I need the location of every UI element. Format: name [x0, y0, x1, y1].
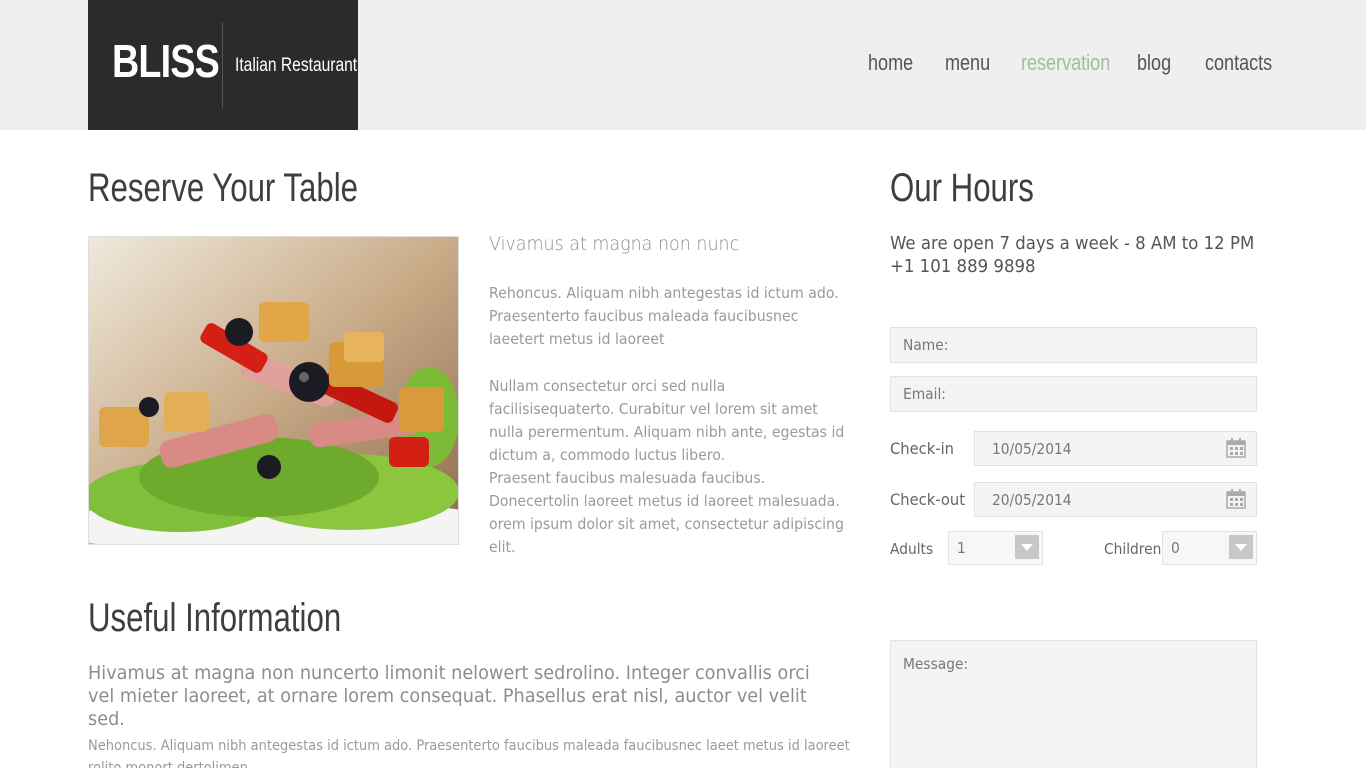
chevron-down-icon[interactable] [1015, 535, 1039, 559]
main-nav: home menu reservation blog contacts [0, 50, 1366, 80]
reserve-paragraph-3: Praesent faucibus malesuada faucibus. Do… [489, 469, 844, 556]
reserve-subtitle: Vivamus at magna non nunc [489, 233, 740, 255]
useful-title: Useful Information [88, 596, 342, 640]
name-field[interactable]: Name: [890, 327, 1257, 363]
checkout-label: Check-out [890, 490, 965, 509]
message-field[interactable]: Message: [890, 640, 1257, 768]
calendar-icon[interactable] [1226, 489, 1246, 509]
calendar-icon[interactable] [1226, 438, 1246, 458]
email-field[interactable]: Email: [890, 376, 1257, 412]
hours-line: We are open 7 days a week - 8 AM to 12 P… [890, 233, 1255, 254]
checkout-value: 20/05/2014 [992, 491, 1072, 509]
checkout-field[interactable]: 20/05/2014 [974, 482, 1257, 517]
hours-info: We are open 7 days a week - 8 AM to 12 P… [890, 232, 1254, 278]
reserve-paragraph-2: Nullam consectetur orci sed nulla facili… [489, 377, 845, 464]
nav-menu[interactable]: menu [945, 50, 990, 76]
nav-reservation[interactable]: reservation [1021, 50, 1110, 76]
name-placeholder: Name: [903, 336, 949, 354]
chevron-down-icon[interactable] [1229, 535, 1253, 559]
email-placeholder: Email: [903, 385, 946, 403]
adults-select[interactable]: 1 [948, 531, 1043, 565]
checkin-value: 10/05/2014 [992, 440, 1072, 458]
checkin-field[interactable]: 10/05/2014 [974, 431, 1257, 466]
salad-photo [88, 236, 459, 545]
adults-value: 1 [957, 539, 966, 557]
useful-body: Nehoncus. Aliquam nibh antegestas id ict… [88, 738, 850, 768]
reserve-title: Reserve Your Table [88, 166, 359, 210]
nav-home[interactable]: home [868, 50, 913, 76]
hours-title: Our Hours [890, 166, 1034, 210]
adults-label: Adults [890, 540, 934, 558]
checkin-label: Check-in [890, 439, 955, 458]
reserve-paragraph-1: Rehoncus. Aliquam nibh antegestas id ict… [489, 284, 839, 348]
children-value: 0 [1171, 539, 1180, 557]
salad-image [89, 237, 458, 544]
nav-contacts[interactable]: contacts [1205, 50, 1272, 76]
useful-lead: Hivamus at magna non nuncerto limonit ne… [88, 662, 810, 730]
children-label: Children [1104, 540, 1162, 558]
site-header: BLISS Italian Restaurant home menu reser… [0, 0, 1366, 130]
children-select[interactable]: 0 [1162, 531, 1257, 565]
hours-phone: +1 101 889 9898 [890, 256, 1036, 277]
message-placeholder: Message: [903, 655, 969, 673]
nav-blog[interactable]: blog [1137, 50, 1171, 76]
